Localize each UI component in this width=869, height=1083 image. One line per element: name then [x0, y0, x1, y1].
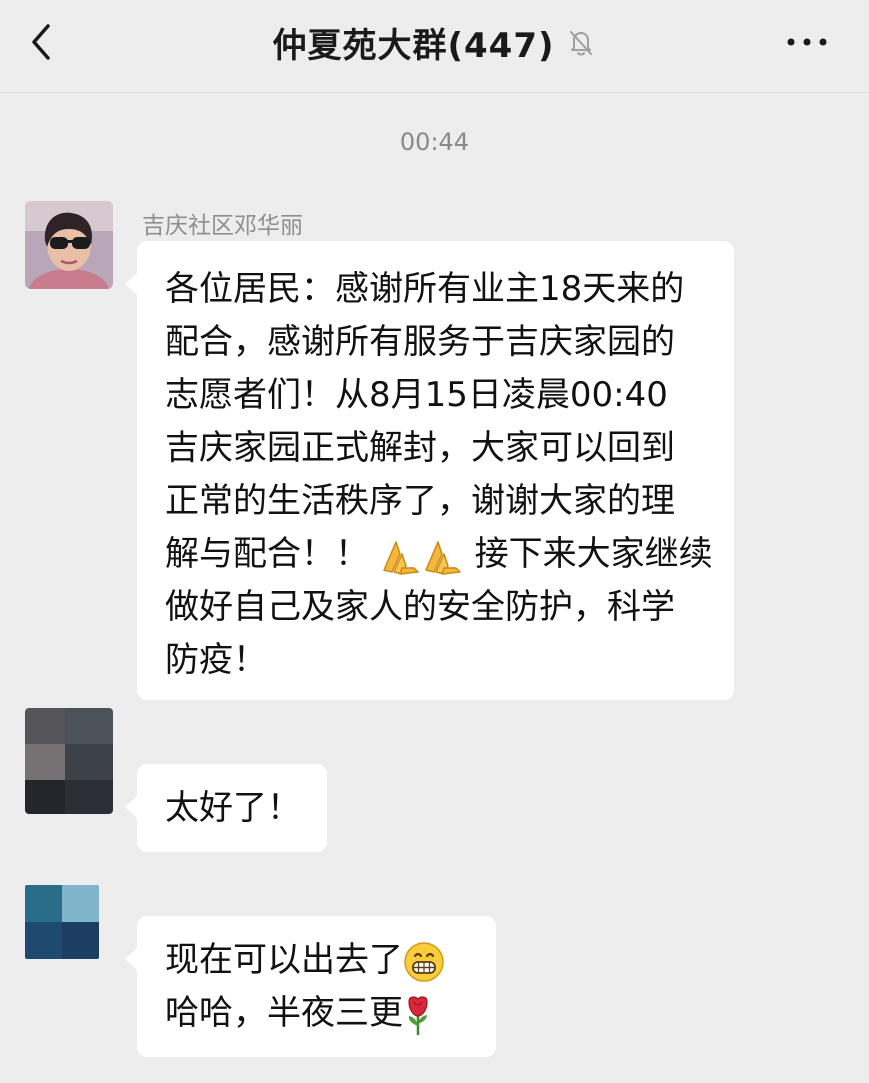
message-bubble[interactable]: 现在可以出去了 哈哈，半夜三更	[125, 916, 496, 1057]
message-line: 正常的生活秩序了，谢谢大家的理	[165, 481, 675, 521]
avatar[interactable]	[25, 885, 99, 959]
message-bubble[interactable]: 各位居民：感谢所有业主18天来的 配合，感谢所有服务于吉庆家园的 志愿者们！从8…	[125, 241, 734, 700]
title-area: 仲夏苑大群(447)	[0, 18, 869, 66]
message-line-with-emoji: 现在可以出去了	[165, 934, 468, 987]
avatar-photo-icon	[25, 201, 113, 289]
message-text: 解与配合！！	[165, 534, 369, 574]
folded-hands-icon	[425, 540, 461, 575]
grinning-face-icon	[404, 941, 444, 982]
message-line: 防疫！	[165, 640, 267, 680]
avatar-photo-icon	[25, 708, 113, 814]
message-line: 志愿者们！从8月15日凌晨00:40	[165, 375, 668, 415]
bell-off-icon	[569, 31, 592, 56]
rose-icon	[408, 995, 428, 1035]
message-line-with-emoji: 解与配合！！ 接下来大家继续	[165, 528, 713, 581]
message-line-with-emoji: 哈哈，半夜三更	[165, 987, 468, 1040]
message-text: 接下来大家继续	[474, 534, 713, 574]
message-line: 各位居民：感谢所有业主18天来的	[165, 269, 685, 309]
message-text: 哈哈，半夜三更	[165, 993, 403, 1033]
more-dots-icon	[787, 38, 827, 46]
message-text: 现在可以出去了	[165, 940, 403, 980]
message-line: 配合，感谢所有服务于吉庆家园的	[165, 322, 675, 362]
avatar[interactable]	[25, 201, 113, 289]
sender-name: 吉庆社区邓华丽	[142, 213, 303, 239]
chat-title: 仲夏苑大群(447)	[272, 25, 555, 66]
message-text: 太好了！	[165, 788, 301, 828]
message-line: 做好自己及家人的安全防护，科学	[165, 587, 675, 627]
message-bubble[interactable]: 太好了！	[125, 764, 327, 852]
avatar-photo-icon	[25, 885, 99, 959]
chat-window: 仲夏苑大群(447) 00:44 吉庆社区邓华丽 各位居民：感谢所有业主18天来…	[0, 0, 869, 1083]
more-button[interactable]	[783, 18, 831, 66]
avatar[interactable]	[25, 708, 113, 814]
chat-header: 仲夏苑大群(447)	[0, 0, 869, 93]
folded-hands-icon	[383, 540, 419, 575]
message-line: 吉庆家园正式解封，大家可以回到	[165, 428, 675, 468]
message-timestamp: 00:44	[399, 128, 470, 156]
